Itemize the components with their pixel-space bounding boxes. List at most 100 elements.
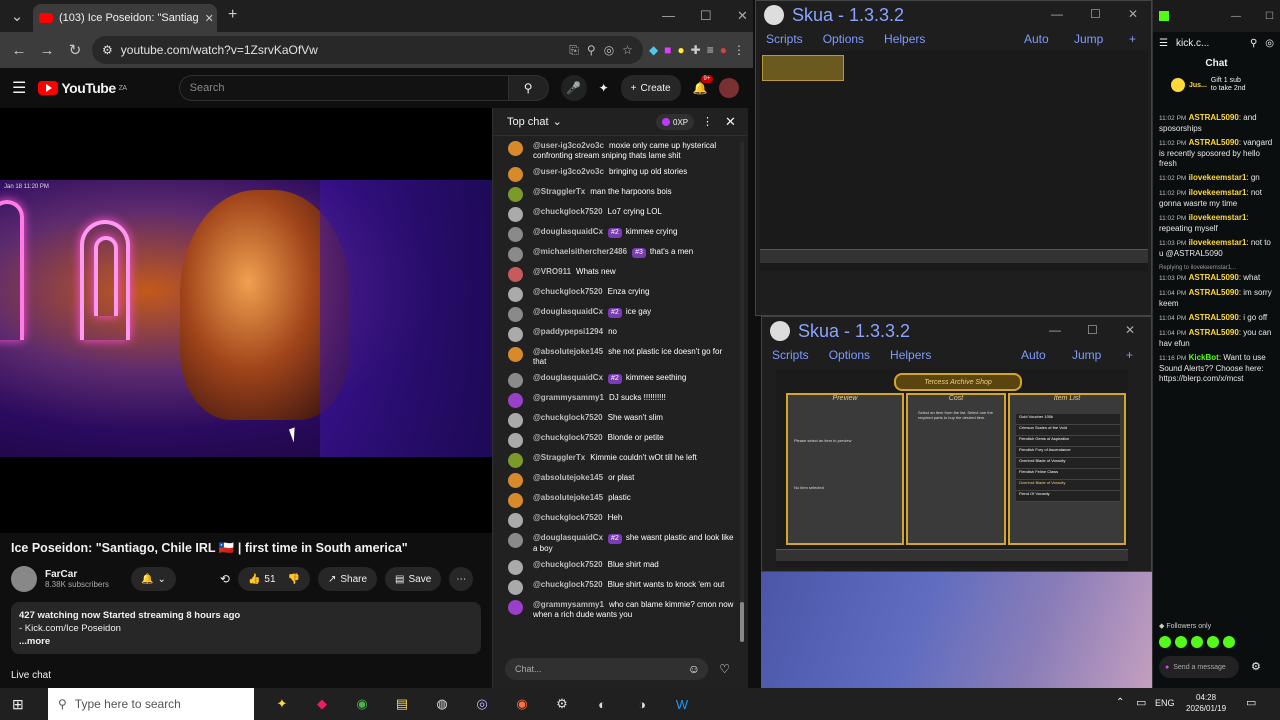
game-action-bar[interactable] bbox=[760, 249, 1148, 263]
menu-options[interactable]: Options bbox=[829, 348, 870, 362]
chat-avatar[interactable] bbox=[508, 580, 523, 595]
taskbar-search-input[interactable]: ⚲ Type here to search bbox=[48, 688, 254, 720]
menu-jump[interactable]: Jump bbox=[1072, 348, 1101, 362]
chat-input[interactable]: Chat... bbox=[505, 658, 708, 680]
chat-author[interactable]: @chuckglock7520 bbox=[533, 513, 603, 522]
minimize-icon[interactable]: — bbox=[1231, 11, 1241, 22]
thanks-icon[interactable]: ⟲ bbox=[220, 572, 230, 586]
chat-avatar[interactable] bbox=[508, 187, 523, 202]
account-avatar[interactable] bbox=[719, 78, 740, 98]
tray-chevron-icon[interactable]: ⌃ bbox=[1116, 697, 1124, 708]
kick-username[interactable]: ASTRAL5090 bbox=[1189, 113, 1239, 122]
kick-username[interactable]: ilovekeemstar1 bbox=[1189, 213, 1247, 222]
heart-icon[interactable]: ♡ bbox=[719, 662, 730, 676]
steam-icon[interactable]: ◍ bbox=[430, 692, 454, 716]
game-action-bar[interactable] bbox=[776, 549, 1128, 561]
emoji-icon[interactable]: ☺ bbox=[688, 662, 700, 676]
create-button[interactable]: + Create bbox=[620, 75, 681, 101]
install-icon[interactable]: ⎘ bbox=[569, 43, 579, 58]
hamburger-menu-icon[interactable]: ☰ bbox=[12, 78, 26, 98]
emote-icon[interactable] bbox=[1207, 636, 1219, 648]
back-icon[interactable]: ← bbox=[8, 39, 30, 61]
chat-author[interactable]: @chuckglock7520 bbox=[533, 287, 603, 296]
media-icon[interactable]: ≡ bbox=[707, 43, 714, 57]
skua-taskbar-icon-2[interactable]: ◑ bbox=[630, 692, 654, 716]
sliders-icon[interactable]: ☰ bbox=[1159, 38, 1168, 49]
maximize-icon[interactable]: ☐ bbox=[1087, 323, 1098, 337]
bookmark-star-icon[interactable]: ☆ bbox=[622, 43, 633, 57]
chat-avatar[interactable] bbox=[508, 267, 523, 282]
menu-helpers[interactable]: Helpers bbox=[890, 348, 931, 362]
word-icon[interactable]: W bbox=[670, 692, 694, 716]
menu-helpers[interactable]: Helpers bbox=[884, 32, 925, 46]
url-input[interactable]: ⚙ youtube.com/watch?v=1ZsrvKaOfVw ⎘ ⚲ ◎ … bbox=[92, 36, 643, 64]
tab-search-button[interactable]: ⌄ bbox=[6, 5, 28, 27]
shop-item[interactable]: Crimson Scales of the Void bbox=[1016, 425, 1120, 436]
chat-avatar[interactable] bbox=[508, 167, 523, 182]
chat-menu-icon[interactable]: ⋮ bbox=[702, 115, 713, 128]
chat-scrollbar-thumb[interactable] bbox=[740, 602, 744, 642]
shop-item[interactable]: Gold Voucher 100k bbox=[1016, 414, 1120, 425]
menu-jump[interactable]: Jump bbox=[1074, 32, 1103, 46]
kick-username[interactable]: ASTRAL5090 bbox=[1189, 138, 1239, 147]
subscribe-bell-button[interactable]: 🔔 ⌄ bbox=[131, 567, 176, 591]
reload-icon[interactable]: ↻ bbox=[64, 39, 86, 61]
zoom-icon[interactable]: ⚲ bbox=[587, 43, 596, 57]
forward-icon[interactable]: → bbox=[36, 39, 58, 61]
widgets-icon[interactable]: ✦ bbox=[270, 692, 294, 716]
channel-name[interactable]: FarCar bbox=[45, 569, 109, 580]
description-box[interactable]: 427 watching now Started streaming 8 hou… bbox=[11, 602, 481, 654]
like-button[interactable]: 👍 51 👎 bbox=[237, 567, 310, 591]
gift-banner[interactable]: Jus... Gift 1 sub to take 2nd bbox=[1153, 73, 1280, 97]
app-icon[interactable]: ◆ bbox=[310, 692, 334, 716]
chat-avatar[interactable] bbox=[508, 493, 523, 508]
chat-author[interactable]: @douglasquaidCx bbox=[533, 307, 603, 316]
chat-avatar[interactable] bbox=[508, 473, 523, 488]
new-tab-button[interactable]: + bbox=[228, 6, 237, 24]
eye-off-icon[interactable]: ◎ bbox=[604, 43, 614, 57]
menu-scripts[interactable]: Scripts bbox=[766, 32, 803, 46]
description-more[interactable]: ...more bbox=[19, 635, 473, 648]
menu-scripts[interactable]: Scripts bbox=[772, 348, 809, 362]
chat-author[interactable]: @douglasquaidCx bbox=[533, 373, 603, 382]
chat-avatar[interactable] bbox=[508, 247, 523, 262]
youtube-logo[interactable]: YouTube ZA bbox=[38, 80, 127, 96]
close-window-icon[interactable]: ✕ bbox=[1125, 323, 1135, 337]
shop-item[interactable]: Fiendish Feline Claws bbox=[1016, 469, 1120, 480]
chat-avatar[interactable] bbox=[508, 207, 523, 222]
extension-icon-3[interactable]: ● bbox=[677, 43, 684, 57]
channel-avatar[interactable] bbox=[11, 566, 37, 592]
maximize-icon[interactable]: ☐ bbox=[1090, 7, 1101, 21]
chat-author[interactable]: @absolutejoke145 bbox=[533, 493, 603, 502]
kick-username[interactable]: ASTRAL5090 bbox=[1189, 313, 1239, 322]
site-info-icon[interactable]: ⚙ bbox=[102, 43, 113, 57]
chat-author[interactable]: @user-ig3co2vo3c bbox=[533, 167, 604, 176]
chat-avatar[interactable] bbox=[508, 287, 523, 302]
minimize-icon[interactable]: — bbox=[1049, 323, 1061, 337]
kick-username[interactable]: ASTRAL5090 bbox=[1189, 273, 1239, 282]
search-icon[interactable]: ⚲ bbox=[508, 75, 549, 101]
kick-username[interactable]: ilovekeemstar1 bbox=[1189, 188, 1247, 197]
kick-username[interactable]: KickBot bbox=[1189, 353, 1219, 362]
microphone-icon[interactable]: 🎤 bbox=[560, 75, 587, 101]
chat-avatar[interactable] bbox=[508, 347, 523, 362]
shop-viewport[interactable]: Tercess Archive Shop Preview Please sele… bbox=[776, 369, 1128, 567]
xp-badge[interactable]: 0XP bbox=[656, 114, 695, 130]
chat-scrollbar[interactable] bbox=[740, 142, 744, 642]
menu-options[interactable]: Options bbox=[823, 32, 864, 46]
maximize-icon[interactable]: ☐ bbox=[700, 8, 712, 24]
menu-auto[interactable]: Auto bbox=[1021, 348, 1046, 362]
chat-author[interactable]: @chuckglock7520 bbox=[533, 207, 603, 216]
minimize-icon[interactable]: — bbox=[662, 8, 675, 23]
close-window-icon[interactable]: ✕ bbox=[737, 8, 748, 24]
more-actions-button[interactable]: ⋯ bbox=[449, 567, 474, 591]
chat-author[interactable]: @VRO911 bbox=[533, 267, 571, 276]
notifications-button[interactable]: 🔔 9+ bbox=[693, 75, 714, 95]
chat-author[interactable]: @chuckglock7520 bbox=[533, 560, 603, 569]
game-viewport[interactable] bbox=[760, 51, 1148, 271]
tab-youtube[interactable]: (103) Ice Poseidon: "Santiag ✕ bbox=[33, 4, 217, 32]
chat-author[interactable]: @douglasquaidCx bbox=[533, 227, 603, 236]
chat-author[interactable]: @chuckglock7520 bbox=[533, 413, 603, 422]
chat-avatar[interactable] bbox=[508, 560, 523, 575]
search-input[interactable]: Search bbox=[178, 75, 509, 101]
